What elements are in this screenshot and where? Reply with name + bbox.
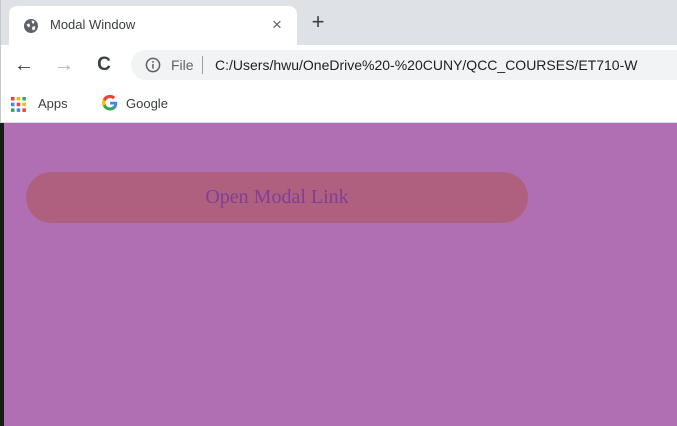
bookmark-apps-label: Apps [38, 96, 68, 111]
tab-title: Modal Window [50, 17, 136, 32]
info-icon[interactable] [145, 57, 161, 73]
forward-arrow-icon[interactable]: → [52, 53, 76, 77]
navigation-toolbar: ← → C File C:/Users/hwu/OneDrive%20-%20C… [0, 45, 677, 85]
open-modal-link-button[interactable]: Open Modal Link [26, 172, 528, 223]
tab-modal-window[interactable]: Modal Window × [9, 6, 297, 45]
bookmarks-bar: Apps Google [0, 85, 677, 123]
address-separator [202, 56, 203, 74]
url-text[interactable]: C:/Users/hwu/OneDrive%20-%20CUNY/QCC_COU… [215, 57, 637, 73]
globe-icon [23, 18, 39, 34]
new-tab-icon[interactable]: + [306, 11, 330, 35]
browser-window: Modal Window × + ← → C File C:/Users/hwu… [0, 0, 677, 426]
close-tab-icon[interactable]: × [267, 15, 287, 35]
bookmark-google-label: Google [126, 96, 168, 111]
apps-grid-icon [11, 97, 26, 112]
reload-icon[interactable]: C [92, 53, 116, 77]
address-bar[interactable]: File C:/Users/hwu/OneDrive%20-%20CUNY/QC… [131, 50, 677, 80]
file-scheme-label: File [171, 57, 194, 73]
back-arrow-icon[interactable]: ← [12, 53, 36, 77]
tab-strip: Modal Window × + [0, 0, 677, 45]
google-icon [102, 94, 118, 111]
open-modal-link-label: Open Modal Link [205, 186, 349, 208]
page-viewport: Open Modal Link [0, 123, 677, 426]
